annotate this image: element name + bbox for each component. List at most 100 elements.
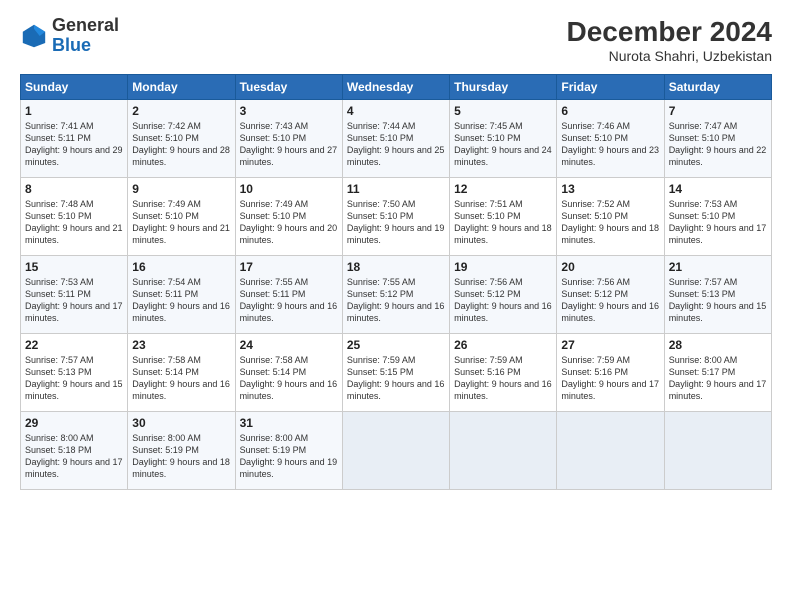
day-cell: 19Sunrise: 7:56 AM Sunset: 5:12 PM Dayli… [450, 256, 557, 334]
day-detail: Sunrise: 7:54 AM Sunset: 5:11 PM Dayligh… [132, 276, 230, 325]
weekday-header: Friday [557, 75, 664, 100]
day-detail: Sunrise: 7:43 AM Sunset: 5:10 PM Dayligh… [240, 120, 338, 169]
day-cell: 18 Sunrise: 7:55 AM Sunset: 5:12 PM Dayli… [342, 256, 449, 334]
day-detail: Sunrise: 7:49 AM Sunset: 5:10 PM Dayligh… [132, 198, 230, 247]
day-cell [450, 412, 557, 490]
day-cell [664, 412, 771, 490]
day-detail: Sunrise: 7:42 AM Sunset: 5:10 PM Dayligh… [132, 120, 230, 169]
day-cell: 7 Sunrise: 7:47 AM Sunset: 5:10 PM Daylig… [664, 100, 771, 178]
day-cell: 31 Sunrise: 8:00 AM Sunset: 5:19 PM Dayli… [235, 412, 342, 490]
day-number: 22 [25, 338, 123, 352]
day-number: 12 [454, 182, 552, 196]
day-detail: Sunrise: 7:48 AM Sunset: 5:10 PM Dayligh… [25, 198, 123, 247]
day-number: 19 [454, 260, 552, 274]
weekday-header: Sunday [21, 75, 128, 100]
day-cell: 24 Sunrise: 7:58 AM Sunset: 5:14 PM Dayli… [235, 334, 342, 412]
title-block: December 2024 Nurota Shahri, Uzbekistan [567, 16, 772, 64]
day-cell: 17Sunrise: 7:55 AM Sunset: 5:11 PM Dayli… [235, 256, 342, 334]
logo: General Blue [20, 16, 119, 56]
day-number: 18 [347, 260, 445, 274]
day-number: 4 [347, 104, 445, 118]
day-detail: Sunrise: 8:00 AM Sunset: 5:19 PM Dayligh… [132, 432, 230, 481]
day-number: 31 [240, 416, 338, 430]
calendar: SundayMondayTuesdayWednesdayThursdayFrid… [20, 74, 772, 490]
week-row: 15 Sunrise: 7:53 AM Sunset: 5:11 PM Dayli… [21, 256, 772, 334]
day-cell: 30 Sunrise: 8:00 AM Sunset: 5:19 PM Dayli… [128, 412, 235, 490]
day-number: 24 [240, 338, 338, 352]
day-cell: 4 Sunrise: 7:44 AM Sunset: 5:10 PM Daylig… [342, 100, 449, 178]
day-number: 1 [25, 104, 123, 118]
day-cell: 12Sunrise: 7:51 AM Sunset: 5:10 PM Dayli… [450, 178, 557, 256]
day-number: 16 [132, 260, 230, 274]
day-number: 15 [25, 260, 123, 274]
day-number: 20 [561, 260, 659, 274]
day-detail: Sunrise: 7:59 AM Sunset: 5:16 PM Dayligh… [454, 354, 552, 403]
day-detail: Sunrise: 7:58 AM Sunset: 5:14 PM Dayligh… [132, 354, 230, 403]
day-number: 23 [132, 338, 230, 352]
day-cell [342, 412, 449, 490]
day-cell: 5 Sunrise: 7:45 AM Sunset: 5:10 PM Daylig… [450, 100, 557, 178]
day-detail: Sunrise: 7:55 AM Sunset: 5:12 PM Dayligh… [347, 276, 445, 325]
day-number: 29 [25, 416, 123, 430]
day-detail: Sunrise: 7:49 AM Sunset: 5:10 PM Dayligh… [240, 198, 338, 247]
day-number: 26 [454, 338, 552, 352]
subtitle: Nurota Shahri, Uzbekistan [567, 48, 772, 64]
day-number: 3 [240, 104, 338, 118]
weekday-row: SundayMondayTuesdayWednesdayThursdayFrid… [21, 75, 772, 100]
day-number: 28 [669, 338, 767, 352]
day-detail: Sunrise: 7:59 AM Sunset: 5:15 PM Dayligh… [347, 354, 445, 403]
day-detail: Sunrise: 7:53 AM Sunset: 5:11 PM Dayligh… [25, 276, 123, 325]
day-number: 7 [669, 104, 767, 118]
day-detail: Sunrise: 7:47 AM Sunset: 5:10 PM Dayligh… [669, 120, 767, 169]
day-number: 5 [454, 104, 552, 118]
day-number: 30 [132, 416, 230, 430]
day-number: 25 [347, 338, 445, 352]
day-detail: Sunrise: 7:45 AM Sunset: 5:10 PM Dayligh… [454, 120, 552, 169]
day-cell: 25 Sunrise: 7:59 AM Sunset: 5:15 PM Dayli… [342, 334, 449, 412]
day-detail: Sunrise: 7:57 AM Sunset: 5:13 PM Dayligh… [669, 276, 767, 325]
day-cell: 29 Sunrise: 8:00 AM Sunset: 5:18 PM Dayli… [21, 412, 128, 490]
day-number: 8 [25, 182, 123, 196]
day-number: 2 [132, 104, 230, 118]
day-cell [557, 412, 664, 490]
day-number: 11 [347, 182, 445, 196]
day-cell: 3 Sunrise: 7:43 AM Sunset: 5:10 PM Daylig… [235, 100, 342, 178]
day-detail: Sunrise: 8:00 AM Sunset: 5:17 PM Dayligh… [669, 354, 767, 403]
day-detail: Sunrise: 7:53 AM Sunset: 5:10 PM Dayligh… [669, 198, 767, 247]
main-title: December 2024 [567, 16, 772, 48]
day-cell: 10 Sunrise: 7:49 AM Sunset: 5:10 PM Dayli… [235, 178, 342, 256]
day-detail: Sunrise: 7:58 AM Sunset: 5:14 PM Dayligh… [240, 354, 338, 403]
week-row: 8 Sunrise: 7:48 AM Sunset: 5:10 PM Daylig… [21, 178, 772, 256]
day-cell: 16 Sunrise: 7:54 AM Sunset: 5:11 PM Dayli… [128, 256, 235, 334]
day-cell: 11 Sunrise: 7:50 AM Sunset: 5:10 PM Dayli… [342, 178, 449, 256]
day-detail: Sunrise: 7:55 AM Sunset: 5:11 PM Dayligh… [240, 276, 338, 325]
weekday-header: Saturday [664, 75, 771, 100]
day-number: 13 [561, 182, 659, 196]
day-detail: Sunrise: 7:59 AM Sunset: 5:16 PM Dayligh… [561, 354, 659, 403]
logo-text: General Blue [52, 16, 119, 56]
day-cell: 15 Sunrise: 7:53 AM Sunset: 5:11 PM Dayli… [21, 256, 128, 334]
weekday-header: Tuesday [235, 75, 342, 100]
day-cell: 1 Sunrise: 7:41 AM Sunset: 5:11 PM Daylig… [21, 100, 128, 178]
day-number: 21 [669, 260, 767, 274]
week-row: 29 Sunrise: 8:00 AM Sunset: 5:18 PM Dayli… [21, 412, 772, 490]
day-detail: Sunrise: 7:41 AM Sunset: 5:11 PM Dayligh… [25, 120, 123, 169]
day-detail: Sunrise: 8:00 AM Sunset: 5:18 PM Dayligh… [25, 432, 123, 481]
weekday-header: Monday [128, 75, 235, 100]
day-detail: Sunrise: 7:52 AM Sunset: 5:10 PM Dayligh… [561, 198, 659, 247]
day-detail: Sunrise: 8:00 AM Sunset: 5:19 PM Dayligh… [240, 432, 338, 481]
day-detail: Sunrise: 7:56 AM Sunset: 5:12 PM Dayligh… [561, 276, 659, 325]
day-cell: 9Sunrise: 7:49 AM Sunset: 5:10 PM Daylig… [128, 178, 235, 256]
weekday-header: Thursday [450, 75, 557, 100]
day-number: 27 [561, 338, 659, 352]
day-cell: 8 Sunrise: 7:48 AM Sunset: 5:10 PM Daylig… [21, 178, 128, 256]
page: General Blue December 2024 Nurota Shahri… [0, 0, 792, 612]
day-detail: Sunrise: 7:50 AM Sunset: 5:10 PM Dayligh… [347, 198, 445, 247]
header: General Blue December 2024 Nurota Shahri… [20, 16, 772, 64]
day-cell: 28 Sunrise: 8:00 AM Sunset: 5:17 PM Dayli… [664, 334, 771, 412]
day-detail: Sunrise: 7:44 AM Sunset: 5:10 PM Dayligh… [347, 120, 445, 169]
logo-icon [20, 22, 48, 50]
day-detail: Sunrise: 7:46 AM Sunset: 5:10 PM Dayligh… [561, 120, 659, 169]
day-cell: 20 Sunrise: 7:56 AM Sunset: 5:12 PM Dayli… [557, 256, 664, 334]
day-number: 10 [240, 182, 338, 196]
